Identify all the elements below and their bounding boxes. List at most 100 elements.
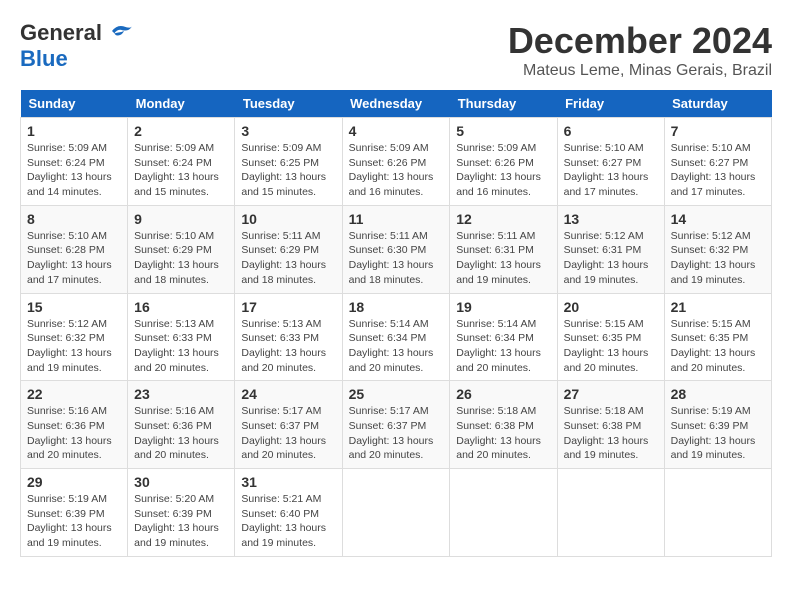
daylight-label: Daylight: 13 hours (456, 171, 541, 183)
daylight-minutes: and 19 minutes. (27, 362, 102, 374)
sunrise-label: Sunrise: 5:16 AM (134, 405, 214, 417)
day-info: Sunrise: 5:16 AM Sunset: 6:36 PM Dayligh… (27, 404, 121, 463)
day-number: 6 (564, 123, 658, 139)
sunrise-label: Sunrise: 5:13 AM (241, 318, 321, 330)
day-number: 20 (564, 299, 658, 315)
day-number: 9 (134, 211, 228, 227)
daylight-label: Daylight: 13 hours (349, 171, 434, 183)
sunrise-label: Sunrise: 5:10 AM (564, 142, 644, 154)
day-info: Sunrise: 5:14 AM Sunset: 6:34 PM Dayligh… (456, 317, 550, 376)
day-info: Sunrise: 5:19 AM Sunset: 6:39 PM Dayligh… (27, 492, 121, 551)
day-info: Sunrise: 5:20 AM Sunset: 6:39 PM Dayligh… (134, 492, 228, 551)
sunset-label: Sunset: 6:31 PM (456, 244, 534, 256)
logo-bird-icon (108, 22, 132, 40)
calendar-cell: 20 Sunrise: 5:15 AM Sunset: 6:35 PM Dayl… (557, 293, 664, 381)
sunrise-label: Sunrise: 5:15 AM (671, 318, 751, 330)
weekday-header-saturday: Saturday (664, 90, 771, 118)
sunset-label: Sunset: 6:27 PM (564, 157, 642, 169)
day-info: Sunrise: 5:11 AM Sunset: 6:31 PM Dayligh… (456, 229, 550, 288)
daylight-minutes: and 20 minutes. (349, 449, 424, 461)
sunrise-label: Sunrise: 5:13 AM (134, 318, 214, 330)
daylight-minutes: and 16 minutes. (456, 186, 531, 198)
daylight-minutes: and 18 minutes. (134, 274, 209, 286)
sunset-label: Sunset: 6:26 PM (456, 157, 534, 169)
sunrise-label: Sunrise: 5:14 AM (349, 318, 429, 330)
day-number: 13 (564, 211, 658, 227)
daylight-minutes: and 19 minutes. (134, 537, 209, 549)
calendar-week-row: 15 Sunrise: 5:12 AM Sunset: 6:32 PM Dayl… (21, 293, 772, 381)
daylight-label: Daylight: 13 hours (27, 259, 112, 271)
calendar-cell: 11 Sunrise: 5:11 AM Sunset: 6:30 PM Dayl… (342, 205, 450, 293)
sunset-label: Sunset: 6:33 PM (241, 332, 319, 344)
daylight-label: Daylight: 13 hours (456, 347, 541, 359)
sunrise-label: Sunrise: 5:09 AM (241, 142, 321, 154)
daylight-minutes: and 20 minutes. (134, 449, 209, 461)
day-info: Sunrise: 5:09 AM Sunset: 6:26 PM Dayligh… (456, 141, 550, 200)
month-title: December 2024 (508, 20, 772, 62)
day-info: Sunrise: 5:11 AM Sunset: 6:30 PM Dayligh… (349, 229, 444, 288)
weekday-header-friday: Friday (557, 90, 664, 118)
header: General Blue December 2024 Mateus Leme, … (20, 20, 772, 80)
sunset-label: Sunset: 6:34 PM (456, 332, 534, 344)
daylight-minutes: and 17 minutes. (671, 186, 746, 198)
daylight-label: Daylight: 13 hours (134, 435, 219, 447)
logo: General Blue (20, 20, 132, 72)
sunrise-label: Sunrise: 5:12 AM (27, 318, 107, 330)
sunset-label: Sunset: 6:29 PM (241, 244, 319, 256)
calendar-cell: 14 Sunrise: 5:12 AM Sunset: 6:32 PM Dayl… (664, 205, 771, 293)
day-info: Sunrise: 5:09 AM Sunset: 6:24 PM Dayligh… (134, 141, 228, 200)
sunrise-label: Sunrise: 5:17 AM (349, 405, 429, 417)
sunrise-label: Sunrise: 5:11 AM (241, 230, 320, 242)
sunrise-label: Sunrise: 5:09 AM (134, 142, 214, 154)
day-number: 14 (671, 211, 765, 227)
daylight-minutes: and 17 minutes. (27, 274, 102, 286)
sunset-label: Sunset: 6:31 PM (564, 244, 642, 256)
calendar-cell: 22 Sunrise: 5:16 AM Sunset: 6:36 PM Dayl… (21, 381, 128, 469)
daylight-minutes: and 20 minutes. (27, 449, 102, 461)
day-info: Sunrise: 5:19 AM Sunset: 6:39 PM Dayligh… (671, 404, 765, 463)
daylight-label: Daylight: 13 hours (671, 347, 756, 359)
calendar-cell: 2 Sunrise: 5:09 AM Sunset: 6:24 PM Dayli… (128, 118, 235, 206)
calendar-cell: 23 Sunrise: 5:16 AM Sunset: 6:36 PM Dayl… (128, 381, 235, 469)
calendar-cell: 7 Sunrise: 5:10 AM Sunset: 6:27 PM Dayli… (664, 118, 771, 206)
day-info: Sunrise: 5:17 AM Sunset: 6:37 PM Dayligh… (349, 404, 444, 463)
daylight-label: Daylight: 13 hours (241, 171, 326, 183)
daylight-label: Daylight: 13 hours (134, 347, 219, 359)
calendar-week-row: 22 Sunrise: 5:16 AM Sunset: 6:36 PM Dayl… (21, 381, 772, 469)
daylight-label: Daylight: 13 hours (134, 259, 219, 271)
daylight-label: Daylight: 13 hours (241, 347, 326, 359)
day-info: Sunrise: 5:16 AM Sunset: 6:36 PM Dayligh… (134, 404, 228, 463)
day-info: Sunrise: 5:10 AM Sunset: 6:27 PM Dayligh… (671, 141, 765, 200)
day-number: 17 (241, 299, 335, 315)
daylight-label: Daylight: 13 hours (564, 347, 649, 359)
daylight-minutes: and 17 minutes. (564, 186, 639, 198)
calendar-week-row: 29 Sunrise: 5:19 AM Sunset: 6:39 PM Dayl… (21, 469, 772, 557)
calendar-table: SundayMondayTuesdayWednesdayThursdayFrid… (20, 90, 772, 557)
daylight-label: Daylight: 13 hours (349, 259, 434, 271)
daylight-minutes: and 16 minutes. (349, 186, 424, 198)
sunset-label: Sunset: 6:26 PM (349, 157, 427, 169)
daylight-minutes: and 15 minutes. (241, 186, 316, 198)
calendar-cell: 24 Sunrise: 5:17 AM Sunset: 6:37 PM Dayl… (235, 381, 342, 469)
daylight-label: Daylight: 13 hours (456, 435, 541, 447)
weekday-header-monday: Monday (128, 90, 235, 118)
sunset-label: Sunset: 6:25 PM (241, 157, 319, 169)
sunset-label: Sunset: 6:38 PM (456, 420, 534, 432)
sunset-label: Sunset: 6:39 PM (134, 508, 212, 520)
calendar-cell: 21 Sunrise: 5:15 AM Sunset: 6:35 PM Dayl… (664, 293, 771, 381)
daylight-minutes: and 19 minutes. (671, 274, 746, 286)
day-info: Sunrise: 5:09 AM Sunset: 6:25 PM Dayligh… (241, 141, 335, 200)
calendar-cell: 13 Sunrise: 5:12 AM Sunset: 6:31 PM Dayl… (557, 205, 664, 293)
sunset-label: Sunset: 6:34 PM (349, 332, 427, 344)
daylight-minutes: and 19 minutes. (564, 274, 639, 286)
daylight-label: Daylight: 13 hours (27, 171, 112, 183)
calendar-cell: 1 Sunrise: 5:09 AM Sunset: 6:24 PM Dayli… (21, 118, 128, 206)
sunrise-label: Sunrise: 5:16 AM (27, 405, 107, 417)
sunrise-label: Sunrise: 5:19 AM (671, 405, 751, 417)
sunrise-label: Sunrise: 5:10 AM (134, 230, 214, 242)
day-info: Sunrise: 5:15 AM Sunset: 6:35 PM Dayligh… (671, 317, 765, 376)
day-number: 4 (349, 123, 444, 139)
daylight-label: Daylight: 13 hours (27, 347, 112, 359)
day-number: 3 (241, 123, 335, 139)
daylight-label: Daylight: 13 hours (241, 435, 326, 447)
